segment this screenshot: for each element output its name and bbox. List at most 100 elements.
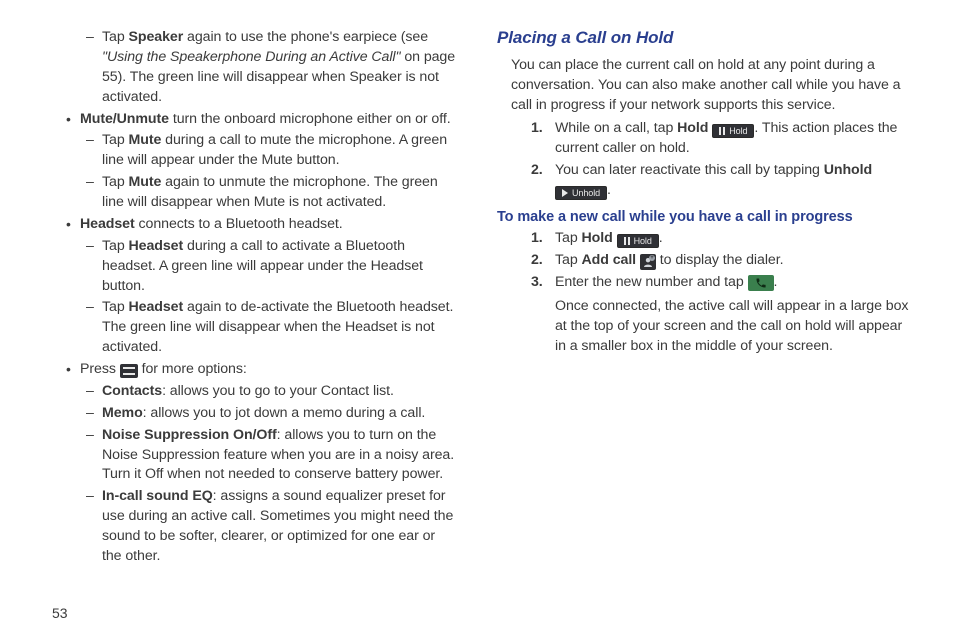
- menu-icon: [120, 364, 138, 378]
- bullet-item: • Mute/Unmute turn the onboard microphon…: [66, 110, 457, 130]
- list-text: Tap Mute again to unmute the microphone.…: [102, 173, 457, 213]
- section-heading: Placing a Call on Hold: [497, 26, 912, 50]
- list-text: Tap Mute during a call to mute the micro…: [102, 131, 457, 171]
- list-text: Noise Suppression On/Off: allows you to …: [102, 426, 457, 486]
- call-icon: [748, 275, 774, 291]
- bold-text: Speaker: [129, 29, 184, 45]
- bold-text: Headset: [129, 299, 184, 315]
- text: While on a call, tap: [555, 120, 677, 136]
- text: to display the dialer.: [656, 252, 784, 268]
- number-marker: 1.: [531, 229, 555, 249]
- bullet-text: Headset connects to a Bluetooth headset.: [80, 215, 457, 235]
- bold-text: In-call sound EQ: [102, 488, 213, 504]
- text: .: [607, 182, 611, 198]
- numbered-item: 2. You can later reactivate this call by…: [531, 161, 912, 201]
- list-text: Tap Speaker again to use the phone's ear…: [102, 28, 457, 108]
- bold-text: Hold: [677, 120, 708, 136]
- numbered-item: 1. Tap Hold Hold.: [531, 229, 912, 249]
- text: connects to a Bluetooth headset.: [135, 216, 343, 232]
- text: Tap: [102, 238, 129, 254]
- bullet-marker: •: [66, 215, 80, 235]
- numbered-text: Tap Hold Hold.: [555, 229, 912, 249]
- text: Tap: [102, 132, 129, 148]
- paragraph: You can place the current call on hold a…: [511, 56, 912, 116]
- dash-marker: –: [86, 237, 102, 297]
- bullet-marker: •: [66, 110, 80, 130]
- bullet-item: • Headset connects to a Bluetooth headse…: [66, 215, 457, 235]
- bullet-text: Mute/Unmute turn the onboard microphone …: [80, 110, 457, 130]
- subsection-heading: To make a new call while you have a call…: [497, 207, 912, 227]
- bold-text: Headset: [80, 216, 135, 232]
- list-item: – Tap Headset again to de-activate the B…: [86, 298, 457, 358]
- list-text: Contacts: allows you to go to your Conta…: [102, 382, 457, 402]
- text: Press: [80, 361, 120, 377]
- list-item: – Tap Speaker again to use the phone's e…: [86, 28, 457, 108]
- text: .: [659, 230, 663, 246]
- number-marker: 3.: [531, 273, 555, 357]
- list-item: – Noise Suppression On/Off: allows you t…: [86, 426, 457, 486]
- hold-button-icon: Hold: [712, 124, 754, 138]
- text: for more options:: [138, 361, 247, 377]
- list-text: Tap Headset again to de-activate the Blu…: [102, 298, 457, 358]
- unhold-button-icon: Unhold: [555, 186, 607, 200]
- text: again to use the phone's earpiece (see: [183, 29, 428, 45]
- text: Tap: [102, 174, 129, 190]
- numbered-text: While on a call, tap Hold Hold. This act…: [555, 119, 912, 159]
- plus-badge-icon: +: [649, 255, 655, 261]
- numbered-item: 2. Tap Add call + to display the dialer.: [531, 251, 912, 271]
- bullet-text: Press for more options:: [80, 360, 457, 380]
- dash-marker: –: [86, 487, 102, 567]
- text: [613, 230, 617, 246]
- pause-icon: [624, 237, 630, 245]
- text: You can later reactivate this call by ta…: [555, 162, 824, 178]
- dash-marker: –: [86, 382, 102, 402]
- pause-icon: [719, 127, 725, 135]
- bold-text: Hold: [582, 230, 613, 246]
- list-text: Memo: allows you to jot down a memo duri…: [102, 404, 457, 424]
- text: Tap: [555, 230, 582, 246]
- list-item: – Tap Headset during a call to activate …: [86, 237, 457, 297]
- text: Tap: [102, 29, 129, 45]
- follow-up-paragraph: Once connected, the active call will app…: [555, 297, 912, 357]
- bold-text: Noise Suppression On/Off: [102, 427, 277, 443]
- text: turn the onboard microphone either on or…: [169, 111, 451, 127]
- numbered-text: Tap Add call + to display the dialer.: [555, 251, 912, 271]
- numbered-text: Enter the new number and tap . Once conn…: [555, 273, 912, 357]
- button-label: Hold: [634, 235, 652, 247]
- bold-text: Memo: [102, 405, 143, 421]
- button-label: Hold: [729, 125, 747, 137]
- dash-marker: –: [86, 426, 102, 486]
- numbered-item: 1. While on a call, tap Hold Hold. This …: [531, 119, 912, 159]
- numbered-text: You can later reactivate this call by ta…: [555, 161, 912, 201]
- add-call-icon: +: [640, 254, 656, 270]
- dash-marker: –: [86, 28, 102, 108]
- list-item: – In-call sound EQ: assigns a sound equa…: [86, 487, 457, 567]
- bold-text: Mute: [129, 174, 162, 190]
- bold-text: Mute: [129, 132, 162, 148]
- list-text: In-call sound EQ: assigns a sound equali…: [102, 487, 457, 567]
- dash-marker: –: [86, 173, 102, 213]
- right-column: Placing a Call on Hold You can place the…: [497, 26, 912, 574]
- dash-marker: –: [86, 298, 102, 358]
- bold-text: Mute/Unmute: [80, 111, 169, 127]
- text: : allows you to go to your Contact list.: [162, 383, 394, 399]
- manual-page: – Tap Speaker again to use the phone's e…: [0, 0, 954, 636]
- bullet-marker: •: [66, 360, 80, 380]
- text: : allows you to jot down a memo during a…: [143, 405, 426, 421]
- italic-text: "Using the Speakerphone During an Active…: [102, 49, 400, 65]
- two-column-layout: – Tap Speaker again to use the phone's e…: [42, 26, 912, 574]
- list-item: – Contacts: allows you to go to your Con…: [86, 382, 457, 402]
- hold-button-icon: Hold: [617, 234, 659, 248]
- page-number: 53: [52, 604, 912, 624]
- number-marker: 2.: [531, 161, 555, 201]
- number-marker: 2.: [531, 251, 555, 271]
- text: Enter the new number and tap: [555, 274, 748, 290]
- dash-marker: –: [86, 404, 102, 424]
- list-item: – Tap Mute during a call to mute the mic…: [86, 131, 457, 171]
- dash-marker: –: [86, 131, 102, 171]
- bullet-item: • Press for more options:: [66, 360, 457, 380]
- bold-text: Add call: [582, 252, 637, 268]
- text: .: [774, 274, 778, 290]
- bold-text: Unhold: [824, 162, 872, 178]
- list-item: – Memo: allows you to jot down a memo du…: [86, 404, 457, 424]
